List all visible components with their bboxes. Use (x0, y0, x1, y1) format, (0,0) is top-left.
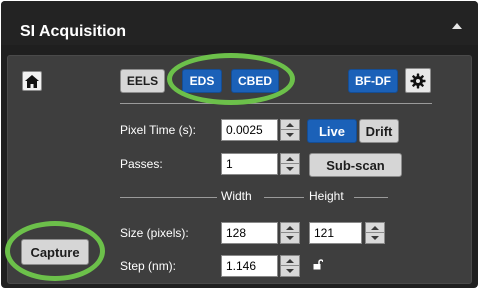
pixel-time-input[interactable]: 0.0025 (221, 119, 278, 141)
width-heading: Width (221, 189, 252, 203)
panel-title: SI Acquisition (20, 23, 127, 40)
width-separator-right (264, 197, 304, 198)
spin-down-icon[interactable] (366, 233, 384, 243)
toolbar-separator (120, 103, 432, 104)
step-label: Step (nm): (120, 259, 177, 273)
passes-label: Passes: (120, 157, 163, 171)
cbed-button[interactable]: CBED (231, 69, 279, 93)
spin-up-icon[interactable] (281, 223, 299, 233)
home-icon (25, 74, 39, 88)
spin-down-icon[interactable] (281, 233, 299, 243)
lock-icon[interactable] (313, 259, 323, 270)
eels-button[interactable]: EELS (120, 69, 165, 93)
live-button-label: Live (318, 123, 345, 139)
height-separator-right (354, 197, 388, 198)
spin-down-icon[interactable] (281, 266, 299, 276)
eds-button[interactable]: EDS (182, 69, 222, 93)
drift-button[interactable]: Drift (359, 119, 399, 143)
gear-icon (410, 73, 426, 88)
spin-down-icon[interactable] (281, 130, 299, 140)
passes-input[interactable]: 1 (221, 153, 278, 175)
capture-button-label: Capture (30, 244, 80, 260)
size-height-stepper[interactable] (365, 222, 385, 244)
pixel-time-label: Pixel Time (s): (120, 123, 197, 137)
spin-up-icon[interactable] (281, 120, 299, 130)
spin-up-icon[interactable] (281, 256, 299, 266)
size-width-input[interactable]: 128 (221, 222, 278, 244)
cbed-button-label: CBED (237, 74, 272, 88)
spin-down-icon[interactable] (281, 164, 299, 174)
capture-button[interactable]: Capture (21, 239, 89, 265)
eds-button-label: EDS (189, 74, 215, 88)
passes-stepper[interactable] (280, 153, 300, 175)
si-acquisition-panel: SI Acquisition EELS EDS CBED BF-DF Pixel… (1, 1, 478, 288)
home-button[interactable] (22, 71, 42, 91)
live-button[interactable]: Live (307, 119, 357, 143)
spin-up-icon[interactable] (281, 154, 299, 164)
bf-df-button-label: BF-DF (355, 74, 391, 88)
collapse-icon[interactable] (452, 23, 462, 29)
settings-button[interactable] (405, 68, 431, 93)
size-label: Size (pixels): (120, 226, 189, 240)
step-stepper[interactable] (280, 255, 300, 277)
bf-df-button[interactable]: BF-DF (348, 69, 398, 93)
drift-button-label: Drift (365, 123, 393, 139)
step-input[interactable]: 1.146 (221, 255, 278, 277)
panel-header: SI Acquisition (1, 1, 478, 45)
sub-scan-button[interactable]: Sub-scan (309, 153, 402, 177)
size-width-stepper[interactable] (280, 222, 300, 244)
eels-button-label: EELS (126, 74, 159, 88)
pixel-time-stepper[interactable] (280, 119, 300, 141)
height-heading: Height (309, 189, 344, 203)
sub-scan-button-label: Sub-scan (326, 157, 385, 173)
size-height-input[interactable]: 121 (309, 222, 362, 244)
width-separator-left (120, 197, 217, 198)
spin-up-icon[interactable] (366, 223, 384, 233)
